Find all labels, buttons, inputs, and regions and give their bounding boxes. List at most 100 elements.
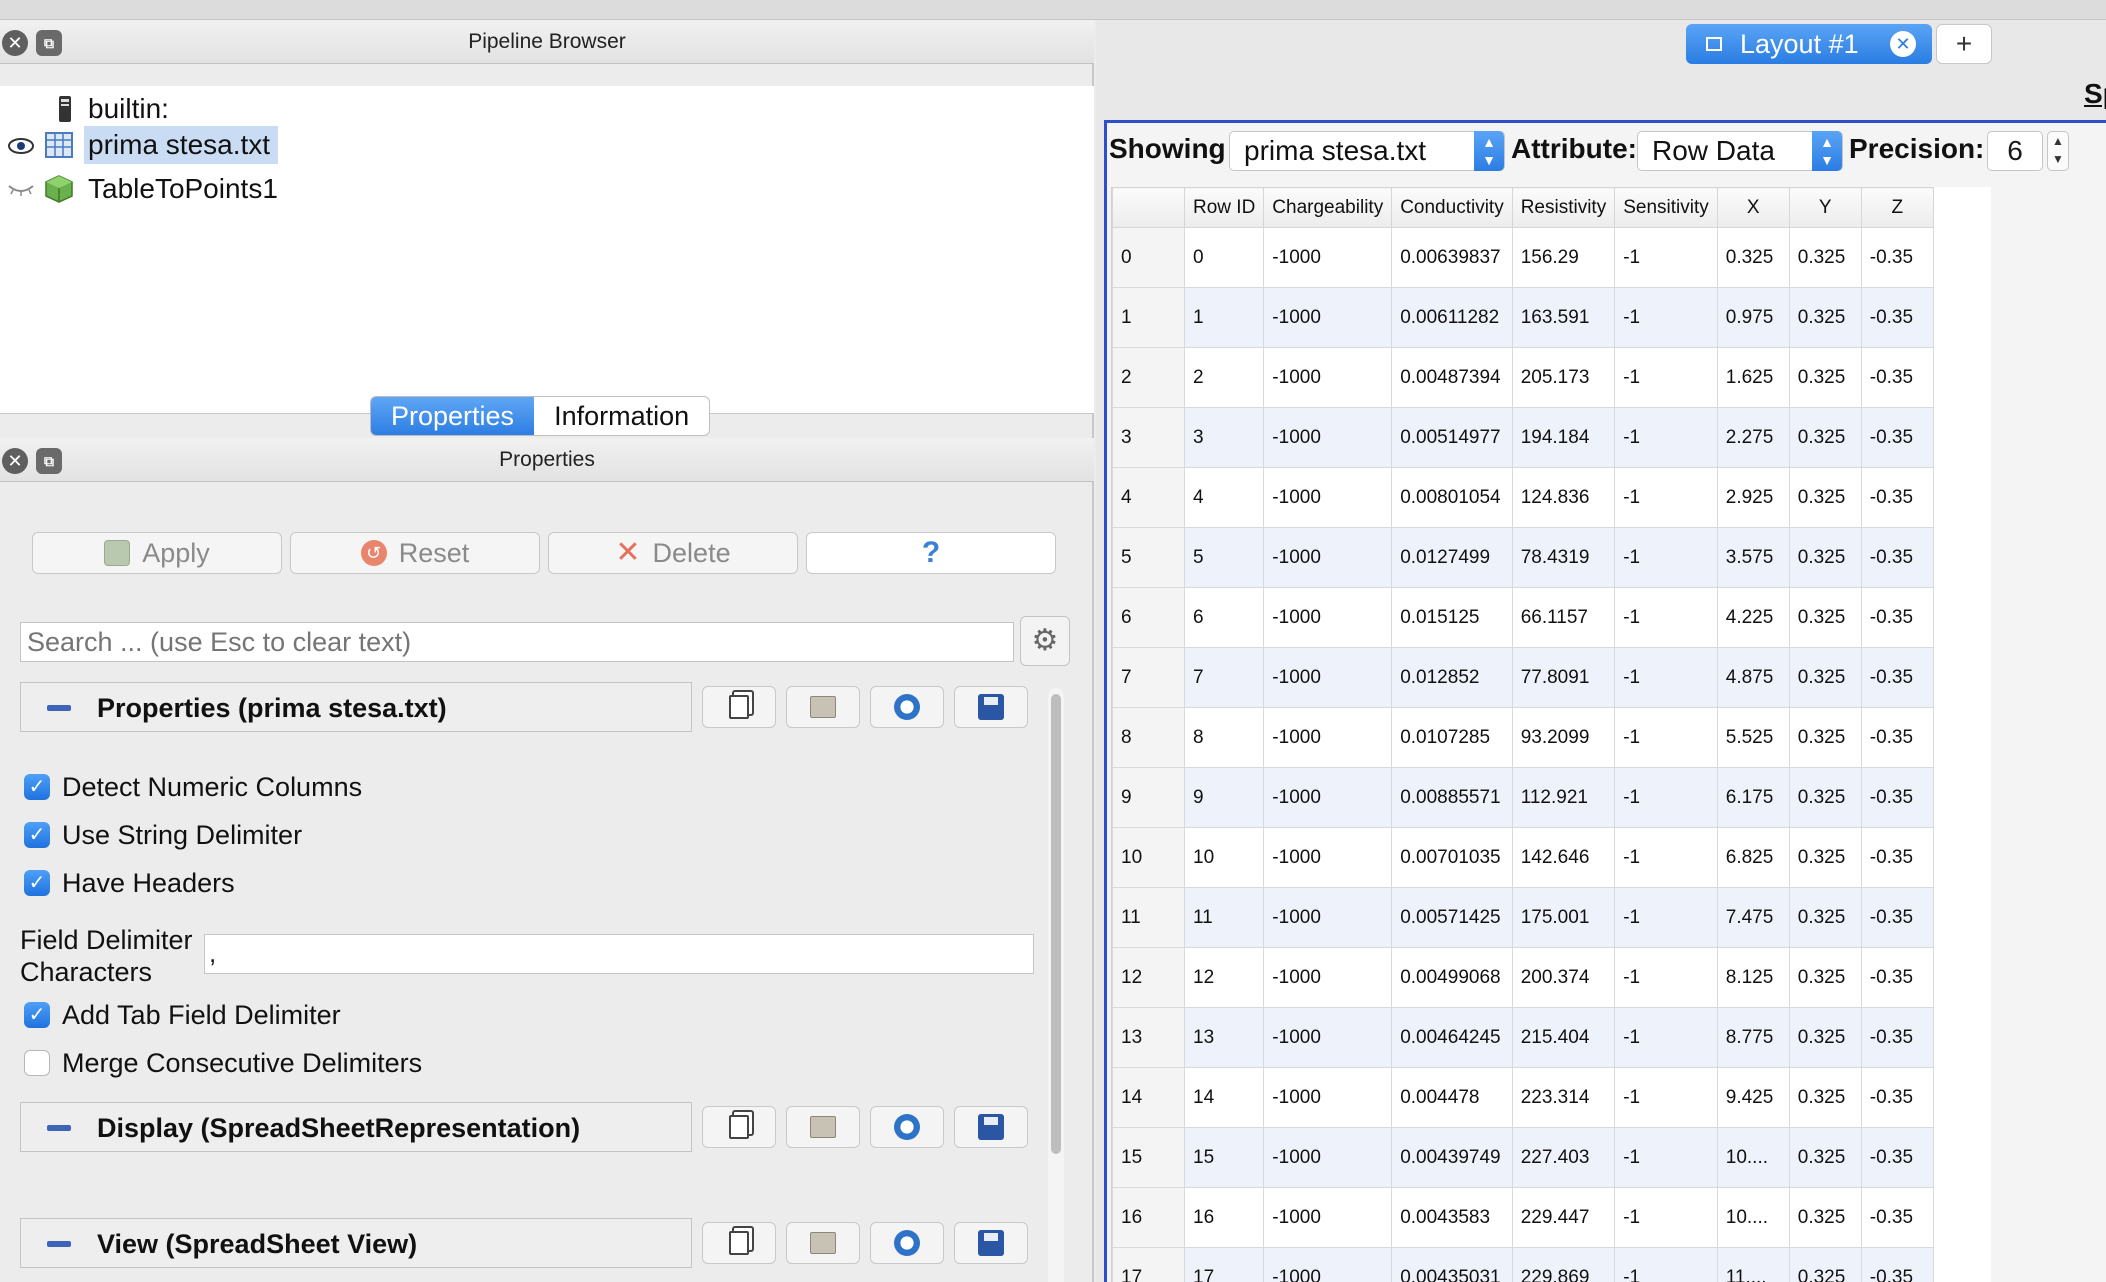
table-cell[interactable]: 4.875	[1716, 647, 1790, 708]
table-row[interactable]: 1 1 -1000 0.00611282 163.591 -1 0.975 0.325 -0.3…	[1112, 287, 1934, 348]
table-row[interactable]: 16 16 -1000 0.0043583 229.447 -1 10.... 0.325 -0…	[1112, 1187, 1934, 1248]
table-cell[interactable]: 200.374	[1511, 947, 1616, 1008]
row-index-cell[interactable]: 6	[1112, 587, 1185, 648]
table-cell[interactable]: 0.325	[1788, 527, 1862, 588]
table-cell[interactable]: 4.225	[1716, 587, 1790, 648]
table-cell[interactable]: 77.8091	[1511, 647, 1616, 708]
table-cell[interactable]: -1000	[1263, 1007, 1393, 1068]
table-cell[interactable]: 0.325	[1788, 1067, 1862, 1128]
table-cell[interactable]: 175.001	[1511, 887, 1616, 948]
table-cell[interactable]: -1000	[1263, 767, 1393, 828]
table-cell[interactable]: 0.00487394	[1391, 347, 1513, 408]
table-row[interactable]: 4 4 -1000 0.00801054 124.836 -1 2.925 0.325 -0.3…	[1112, 467, 1934, 528]
table-cell[interactable]: -1000	[1263, 887, 1393, 948]
table-row[interactable]: 8 8 -1000 0.0107285 93.2099 -1 5.525 0.325 -0.35	[1112, 707, 1934, 768]
row-index-cell[interactable]: 16	[1112, 1187, 1185, 1248]
table-cell[interactable]: 14	[1183, 1067, 1265, 1128]
reset-button[interactable]: ↺ Reset	[290, 532, 540, 574]
table-row[interactable]: 10 10 -1000 0.00701035 142.646 -1 6.825 0.325 -0…	[1112, 827, 1934, 888]
pipeline-item-tabletopoints[interactable]: TableToPoints1	[44, 170, 286, 208]
table-cell[interactable]: -1	[1614, 1127, 1718, 1188]
copy-button[interactable]	[702, 686, 776, 728]
table-cell[interactable]: -1000	[1263, 947, 1393, 1008]
table-cell[interactable]: 205.173	[1511, 347, 1616, 408]
table-cell[interactable]: 0.00701035	[1391, 827, 1513, 888]
table-cell[interactable]: 8.125	[1716, 947, 1790, 1008]
table-cell[interactable]: -1	[1614, 1007, 1718, 1068]
table-cell[interactable]: 0.00499068	[1391, 947, 1513, 1008]
row-index-cell[interactable]: 2	[1112, 347, 1185, 408]
table-cell[interactable]: -1	[1614, 1187, 1718, 1248]
row-index-cell[interactable]: 7	[1112, 647, 1185, 708]
save-default-button[interactable]	[954, 1106, 1028, 1148]
column-header[interactable]: Row ID	[1183, 187, 1265, 228]
table-cell[interactable]: 15	[1183, 1127, 1265, 1188]
table-cell[interactable]: 0.0127499	[1391, 527, 1513, 588]
table-cell[interactable]: -1000	[1263, 467, 1393, 528]
properties-scrollbar[interactable]	[1048, 688, 1064, 1282]
table-cell[interactable]: 194.184	[1511, 407, 1616, 468]
table-cell[interactable]: -1	[1614, 287, 1718, 348]
table-cell[interactable]: -0.35	[1860, 1007, 1934, 1068]
table-row[interactable]: 7 7 -1000 0.012852 77.8091 -1 4.875 0.325 -0.35	[1112, 647, 1934, 708]
paste-button[interactable]	[786, 1222, 860, 1264]
table-cell[interactable]: -1	[1614, 767, 1718, 828]
table-cell[interactable]: -1	[1614, 587, 1718, 648]
table-cell[interactable]: 0.00435031	[1391, 1247, 1513, 1282]
column-header[interactable]: Y	[1788, 187, 1862, 228]
row-index-cell[interactable]: 0	[1112, 227, 1185, 288]
table-cell[interactable]: -1000	[1263, 707, 1393, 768]
table-cell[interactable]: 0.012852	[1391, 647, 1513, 708]
table-cell[interactable]: 0.975	[1716, 287, 1790, 348]
table-cell[interactable]: 0.00885571	[1391, 767, 1513, 828]
table-cell[interactable]: 0.00514977	[1391, 407, 1513, 468]
row-index-cell[interactable]: 14	[1112, 1067, 1185, 1128]
table-cell[interactable]: 10	[1183, 827, 1265, 888]
table-cell[interactable]: 8.775	[1716, 1007, 1790, 1068]
table-cell[interactable]: -0.35	[1860, 287, 1934, 348]
checkbox-unchecked[interactable]	[24, 1050, 50, 1076]
gear-icon[interactable]: ⚙	[1020, 616, 1070, 666]
table-cell[interactable]: 163.591	[1511, 287, 1616, 348]
attribute-select[interactable]: Row Data ▲ ▼	[1637, 131, 1843, 171]
eye-hidden-icon[interactable]	[8, 178, 34, 198]
field-delimiter-input[interactable]: ,	[204, 934, 1034, 974]
table-cell[interactable]: 0.0043583	[1391, 1187, 1513, 1248]
delete-button[interactable]: ✕ Delete	[548, 532, 798, 574]
row-index-cell[interactable]: 11	[1112, 887, 1185, 948]
table-cell[interactable]: 0.325	[1788, 1187, 1862, 1248]
column-header[interactable]: Sensitivity	[1614, 187, 1718, 228]
restore-default-button[interactable]	[870, 1222, 944, 1264]
section-view-header[interactable]: View (SpreadSheet View)	[20, 1218, 692, 1268]
table-cell[interactable]: 0.325	[1788, 1247, 1862, 1282]
table-cell[interactable]: 229.447	[1511, 1187, 1616, 1248]
precision-input[interactable]: 6	[1987, 131, 2043, 171]
table-row[interactable]: 9 9 -1000 0.00885571 112.921 -1 6.175 0.325 -0.3…	[1112, 767, 1934, 828]
table-cell[interactable]: 0.325	[1788, 587, 1862, 648]
table-cell[interactable]: 0.0107285	[1391, 707, 1513, 768]
table-cell[interactable]: -1000	[1263, 407, 1393, 468]
close-icon[interactable]: ✕	[1890, 31, 1916, 57]
table-cell[interactable]: 0.325	[1788, 467, 1862, 528]
row-index-cell[interactable]: 17	[1112, 1247, 1185, 1282]
checkbox-checked[interactable]: ✓	[24, 1002, 50, 1028]
table-cell[interactable]: -1000	[1263, 1127, 1393, 1188]
table-cell[interactable]: -1	[1614, 1247, 1718, 1282]
table-cell[interactable]: -0.35	[1860, 1187, 1934, 1248]
table-cell[interactable]: 7	[1183, 647, 1265, 708]
add-tab-delimiter-checkbox[interactable]: ✓ Add Tab Field Delimiter	[24, 1000, 341, 1030]
table-cell[interactable]: 0.325	[1788, 1127, 1862, 1188]
table-cell[interactable]: 0.325	[1788, 1007, 1862, 1068]
table-cell[interactable]: -1	[1614, 347, 1718, 408]
table-cell[interactable]: 8	[1183, 707, 1265, 768]
table-row[interactable]: 3 3 -1000 0.00514977 194.184 -1 2.275 0.325 -0.3…	[1112, 407, 1934, 468]
row-index-cell[interactable]: 3	[1112, 407, 1185, 468]
table-cell[interactable]: 6	[1183, 587, 1265, 648]
table-cell[interactable]: -0.35	[1860, 947, 1934, 1008]
merge-delimiters-checkbox[interactable]: Merge Consecutive Delimiters	[24, 1048, 422, 1078]
table-cell[interactable]: 0.325	[1788, 647, 1862, 708]
pipeline-item-prima-stesa[interactable]: prima stesa.txt	[44, 126, 279, 164]
table-cell[interactable]: -0.35	[1860, 1067, 1934, 1128]
table-row[interactable]: 17 17 -1000 0.00435031 229.869 -1 11.... 0.325-…	[1112, 1247, 1934, 1282]
detect-numeric-checkbox[interactable]: ✓ Detect Numeric Columns	[24, 772, 362, 802]
